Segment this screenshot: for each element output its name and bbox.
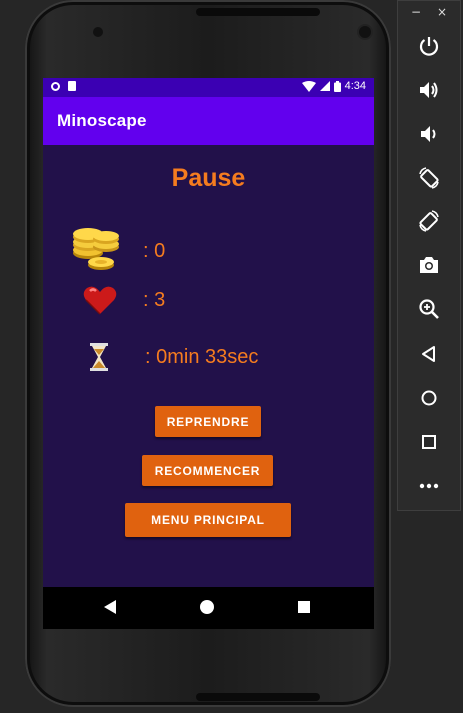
home-icon[interactable] <box>417 386 441 410</box>
hourglass-icon <box>90 343 108 371</box>
status-time: 4:34 <box>344 80 366 92</box>
wifi-icon <box>301 80 316 92</box>
power-icon[interactable] <box>417 34 441 58</box>
signal-icon <box>319 81 330 91</box>
lives-count: : 3 <box>143 289 166 311</box>
battery-icon <box>333 80 341 92</box>
minimize-button[interactable]: − <box>411 5 421 19</box>
front-camera <box>359 26 371 38</box>
main-menu-button[interactable]: MENU PRINCIPAL <box>125 503 291 537</box>
close-window-button[interactable]: × <box>437 5 447 19</box>
volume-down-icon[interactable] <box>417 122 441 146</box>
device-screen: 4:34 Minoscape Pause : 0 : 3 : 0min 33se… <box>43 78 374 629</box>
more-icon[interactable] <box>417 474 441 498</box>
elapsed-time: : 0min 33sec <box>145 346 259 368</box>
app-bar: Minoscape <box>43 97 374 145</box>
nav-home-icon[interactable] <box>200 600 214 614</box>
overview-icon[interactable] <box>417 430 441 454</box>
emulator-toolbar: − × <box>397 0 461 511</box>
top-speaker <box>196 8 320 16</box>
back-icon[interactable] <box>417 342 441 366</box>
nav-back-icon[interactable] <box>103 600 117 614</box>
status-bar: 4:34 <box>43 78 374 97</box>
pause-title: Pause <box>171 164 246 192</box>
app-title: Minoscape <box>57 111 147 130</box>
navigation-bar <box>43 587 374 629</box>
notification-icon <box>51 81 60 91</box>
zoom-icon[interactable] <box>417 297 441 321</box>
sim-card-icon <box>68 81 76 91</box>
camera-icon[interactable] <box>417 253 441 277</box>
proximity-sensor <box>93 27 103 37</box>
coins-icon <box>73 228 119 270</box>
rotate-left-icon[interactable] <box>417 166 441 190</box>
coins-count: : 0 <box>143 240 166 262</box>
volume-up-icon[interactable] <box>417 78 441 102</box>
resume-button[interactable]: REPRENDRE <box>155 406 261 437</box>
restart-button[interactable]: RECOMMENCER <box>142 455 273 486</box>
bottom-speaker <box>196 693 320 701</box>
nav-recent-apps-icon[interactable] <box>298 601 310 613</box>
rotate-right-icon[interactable] <box>417 209 441 233</box>
heart-icon <box>83 286 117 315</box>
